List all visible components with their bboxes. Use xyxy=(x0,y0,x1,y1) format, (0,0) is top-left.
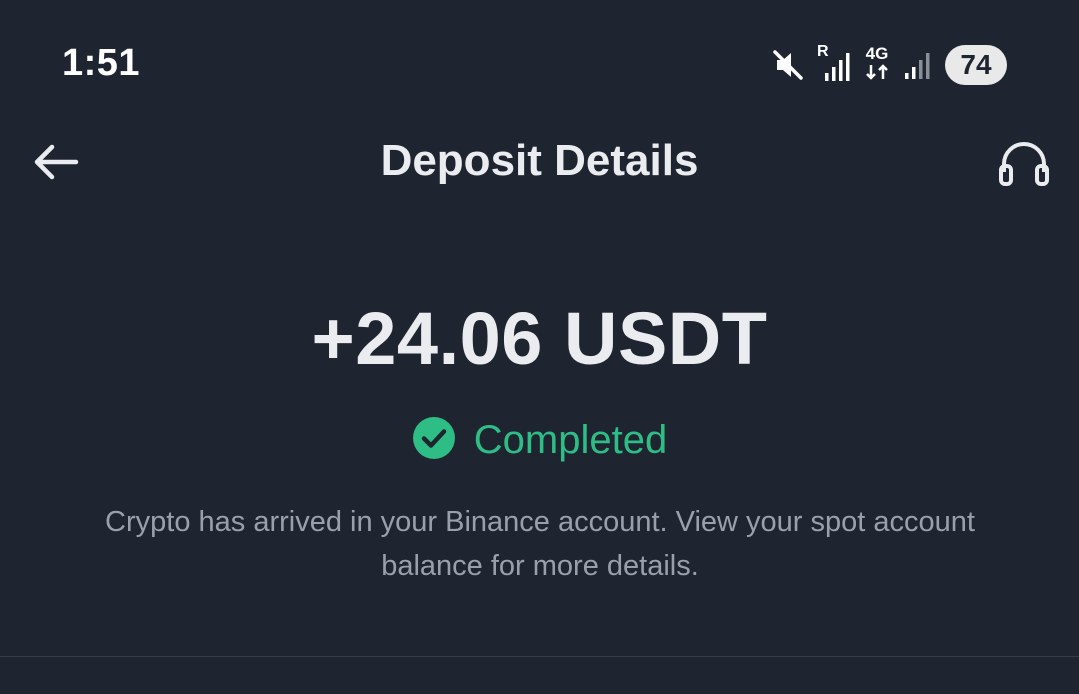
deposit-message: Crypto has arrived in your Binance accou… xyxy=(105,506,975,582)
network-label: 4G xyxy=(865,44,889,63)
page-title: Deposit Details xyxy=(380,136,699,185)
mute-icon xyxy=(771,48,805,82)
battery-indicator: 74 xyxy=(945,45,1007,85)
headset-icon xyxy=(996,142,1052,194)
signal-roaming-icon: R xyxy=(817,43,851,83)
check-circle-icon xyxy=(412,416,456,465)
signal-icon xyxy=(903,49,933,81)
deposit-details-screen: 1:51 R 4G 74 Deposit Details +24.06 USDT… xyxy=(0,0,1079,694)
status-label: Completed xyxy=(473,418,668,462)
deposit-amount: +24.06 USDT xyxy=(311,297,768,380)
status-icons: R 4G 74 xyxy=(771,42,1007,88)
divider xyxy=(0,656,1079,657)
deposit-status: Completed xyxy=(0,416,1079,465)
support-button[interactable] xyxy=(996,138,1052,190)
status-time: 1:51 xyxy=(62,42,141,84)
roaming-label: R xyxy=(817,43,829,60)
network-4g-icon: 4G xyxy=(863,45,891,85)
